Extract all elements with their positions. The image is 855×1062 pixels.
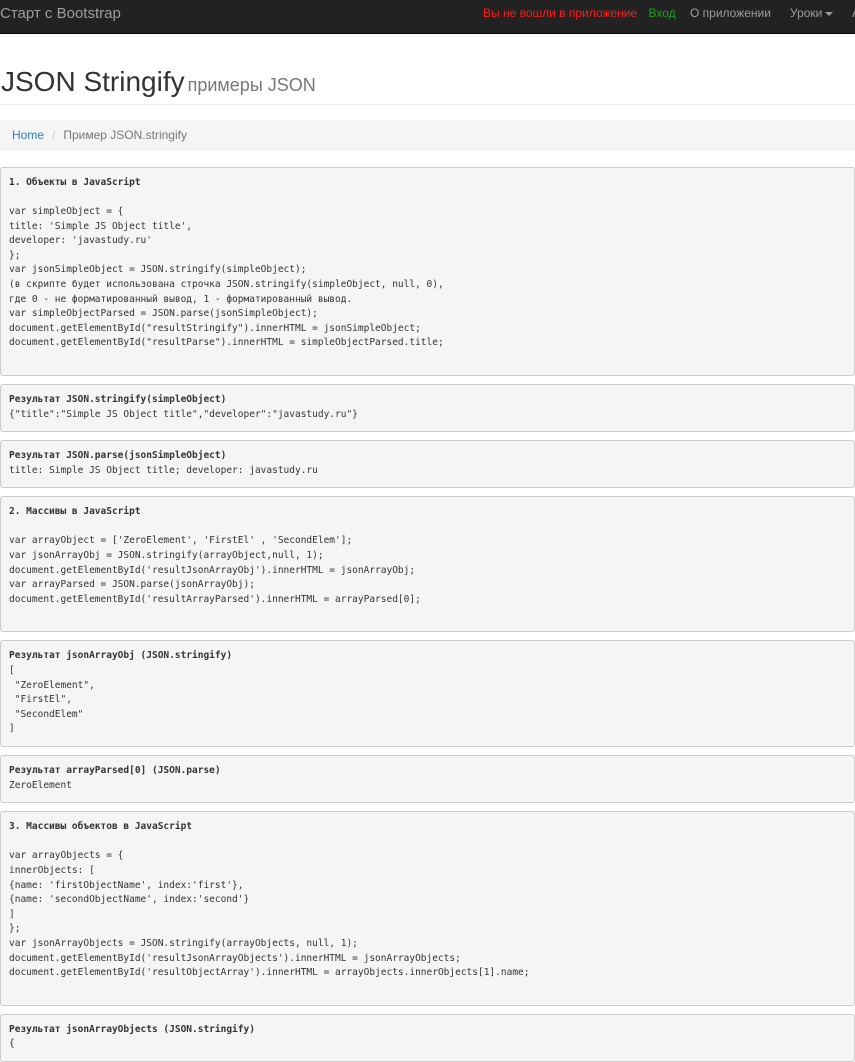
code-block-title: 1. Объекты в JavaScript bbox=[9, 176, 141, 188]
nav-item-about[interactable]: О приложении bbox=[690, 6, 771, 20]
code-block-arrays: 2. Массивы в JavaScript var arrayObject … bbox=[0, 496, 855, 633]
result-block-stringify-object: Результат JSON.stringify(simpleObject) {… bbox=[0, 383, 855, 433]
result-block-body: ZeroElement bbox=[9, 779, 72, 791]
code-block-title: 2. Массивы в JavaScript bbox=[9, 506, 141, 518]
page-subtitle: примеры JSON bbox=[187, 75, 316, 95]
not-logged-in-text: Вы не вошли в приложение bbox=[483, 6, 638, 20]
result-block-stringify-array-objects: Результат jsonArrayObjects (JSON.stringi… bbox=[0, 1013, 855, 1062]
result-block-title: Результат JSON.stringify(simpleObject) bbox=[9, 393, 227, 405]
main-content: 1. Объекты в JavaScript var simpleObject… bbox=[0, 166, 855, 1062]
code-block-array-objects: 3. Массивы объектов в JavaScript var arr… bbox=[0, 811, 855, 1006]
navbar-brand[interactable]: Старт с Bootstrap bbox=[0, 5, 121, 22]
page-title: JSON Stringify примеры JSON bbox=[0, 66, 855, 98]
result-block-body: { bbox=[9, 1038, 15, 1050]
result-block-parse-object: Результат JSON.parse(jsonSimpleObject) t… bbox=[0, 440, 855, 489]
nav-item-lessons[interactable]: Уроки bbox=[790, 6, 834, 20]
page-header: JSON Stringify примеры JSON bbox=[0, 34, 855, 105]
page-title-text: JSON Stringify bbox=[1, 66, 185, 97]
result-block-title: Результат jsonArrayObjects (JSON.stringi… bbox=[9, 1023, 255, 1035]
top-navbar: Старт с Bootstrap Вы не вошли в приложен… bbox=[0, 0, 855, 34]
code-block-body: var simpleObject = { title: 'Simple JS O… bbox=[9, 205, 444, 349]
result-block-body: {"title":"Simple JS Object title","devel… bbox=[9, 408, 358, 420]
breadcrumb-home-link[interactable]: Home bbox=[12, 128, 44, 142]
breadcrumb-separator: / bbox=[52, 127, 56, 142]
navbar-right: Вы не вошли в приложение Вход О приложен… bbox=[483, 6, 855, 20]
code-block-body: var arrayObjects = { innerObjects: [ {na… bbox=[9, 850, 530, 979]
breadcrumb: Home / Пример JSON.stringify bbox=[0, 119, 855, 151]
result-block-title: Результат arrayParsed[0] (JSON.parse) bbox=[9, 765, 221, 777]
breadcrumb-current: Пример JSON.stringify bbox=[63, 127, 187, 142]
code-block-objects: 1. Объекты в JavaScript var simpleObject… bbox=[0, 166, 855, 376]
login-link[interactable]: Вход bbox=[649, 6, 676, 20]
result-block-title: Результат jsonArrayObj (JSON.stringify) bbox=[9, 650, 233, 662]
result-block-title: Результат JSON.parse(jsonSimpleObject) bbox=[9, 450, 227, 462]
nav-item-lessons-label: Уроки bbox=[790, 6, 823, 20]
caret-down-icon bbox=[825, 11, 834, 16]
code-block-title: 3. Массивы объектов в JavaScript bbox=[9, 821, 193, 833]
code-block-body: var arrayObject = ['ZeroElement', 'First… bbox=[9, 535, 421, 605]
result-block-body: [ "ZeroElement", "FirstEl", "SecondElem"… bbox=[9, 665, 95, 735]
result-block-body: title: Simple JS Object title; developer… bbox=[9, 464, 318, 476]
result-block-parse-array: Результат arrayParsed[0] (JSON.parse) Ze… bbox=[0, 755, 855, 804]
result-block-stringify-array: Результат jsonArrayObj (JSON.stringify) … bbox=[0, 640, 855, 748]
